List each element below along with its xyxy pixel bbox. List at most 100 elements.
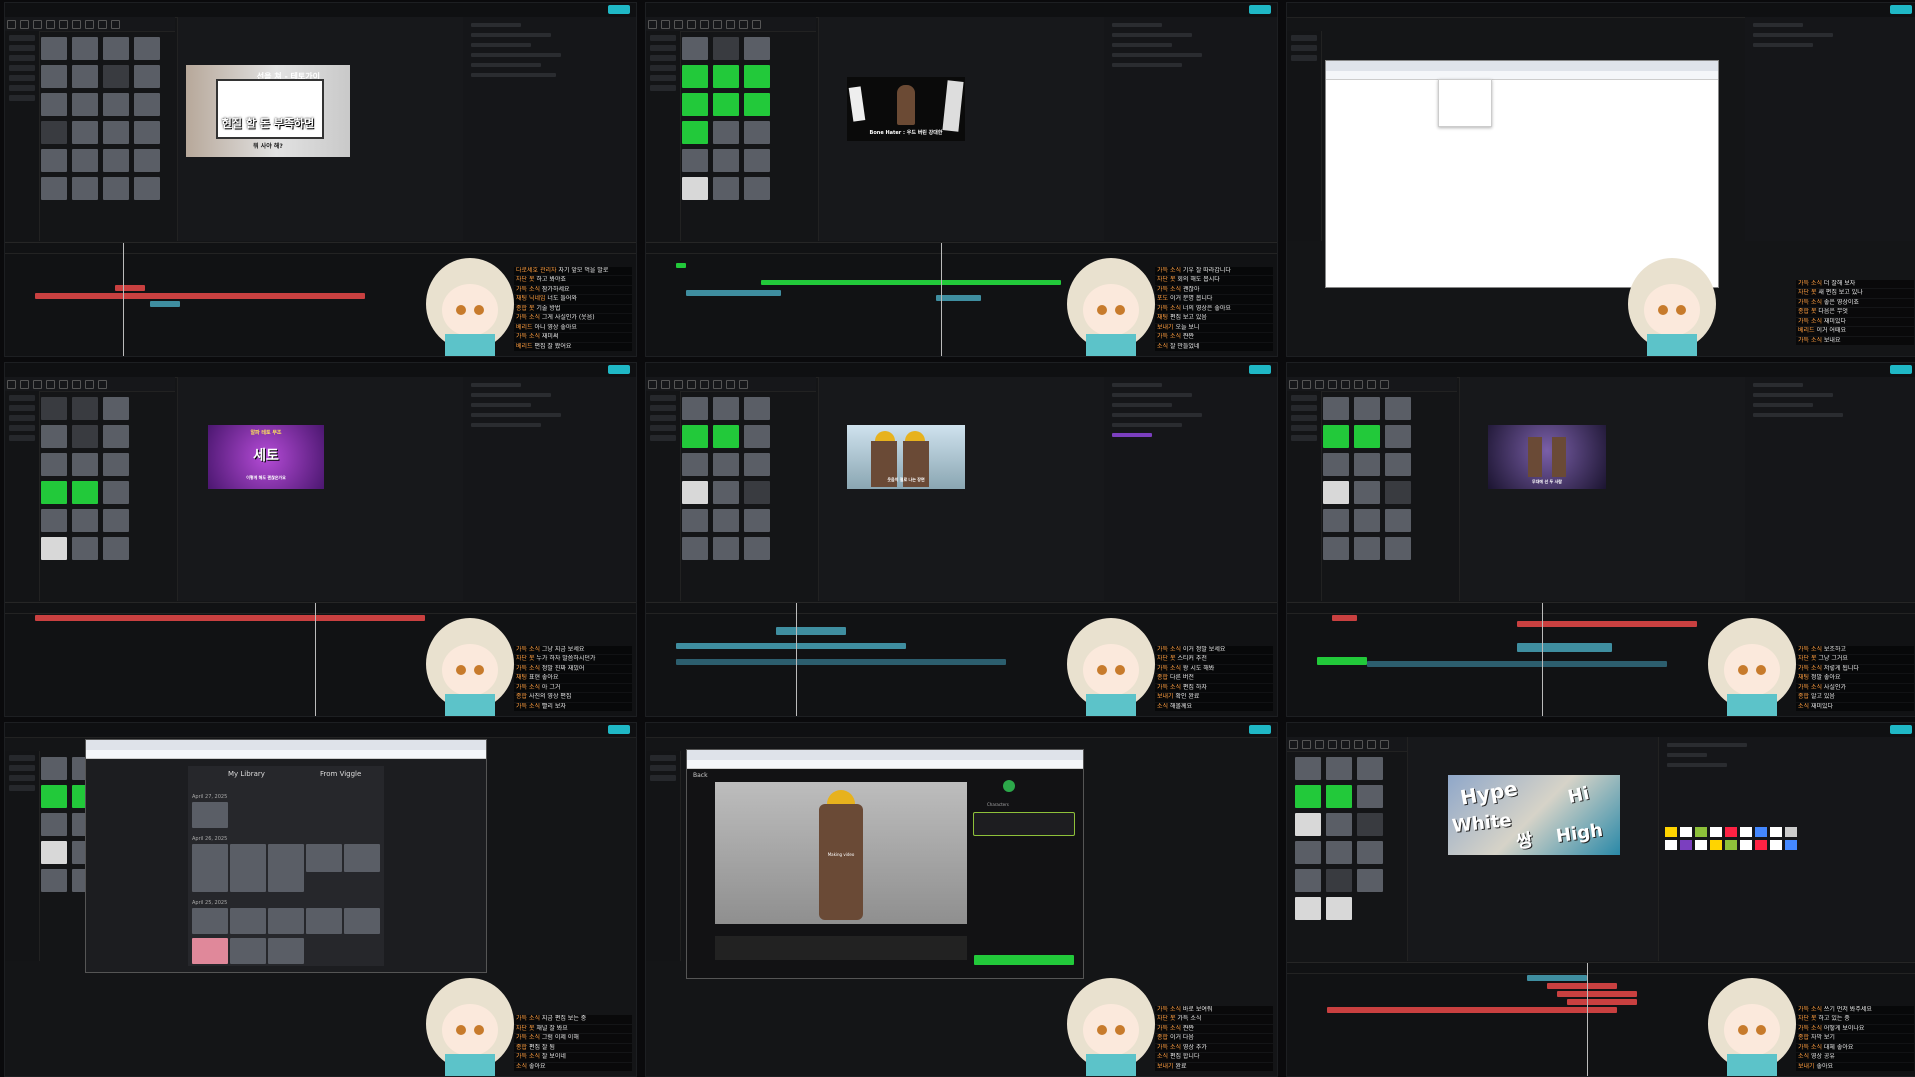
tab-from-viggle[interactable]: From Viggle: [320, 770, 361, 778]
media-sidebar[interactable]: [5, 391, 40, 601]
editor-frame-7: My Library From Viggle April 27, 2025 Ap…: [4, 722, 637, 1077]
chat-username: 베리드: [1798, 327, 1815, 334]
media-library[interactable]: [41, 37, 176, 237]
media-sidebar[interactable]: [5, 751, 40, 961]
video-preview[interactable]: 무대에 선 두 사람: [1488, 425, 1606, 489]
media-toolbar[interactable]: [646, 17, 816, 32]
chat-message: 가득 소식 보내요: [1796, 336, 1914, 345]
chat-text: 쨘쨘: [1181, 333, 1194, 340]
properties-panel[interactable]: [463, 377, 636, 601]
chat-text: 스티커 추천: [1175, 655, 1207, 662]
properties-panel[interactable]: [1745, 377, 1915, 601]
chat-message: 채팅 정말 좋아요: [1796, 674, 1914, 683]
title-bar: [1287, 723, 1915, 738]
media-sidebar[interactable]: [646, 391, 681, 601]
export-button[interactable]: [1890, 725, 1912, 734]
export-button[interactable]: [1249, 725, 1271, 734]
chat-username: 가득 소식: [516, 683, 540, 691]
text-style-panel[interactable]: [1659, 737, 1915, 961]
export-button[interactable]: [608, 725, 630, 734]
chat-message: 차단 봇 하고 봐야죠: [514, 276, 632, 285]
chat-message: 가득 소식 쨘쨘: [1155, 333, 1273, 342]
video-preview[interactable]: Hype Hi White High 쌍: [1448, 775, 1620, 855]
media-sidebar[interactable]: [1287, 391, 1322, 601]
chat-message: 소식 편집 합니다: [1155, 1053, 1273, 1062]
media-sidebar[interactable]: [646, 31, 681, 241]
browser-tabs[interactable]: [687, 750, 1083, 760]
character-card[interactable]: [973, 812, 1075, 836]
chat-overlay: 가득 소식 이거 정말 보세요 차단 봇 스티커 추천 가득 소식 왕 시도 해봐 종…: [1155, 645, 1273, 713]
chat-message: 가득 소식 지금 편집 보는 중: [514, 1015, 632, 1024]
media-library[interactable]: [1323, 397, 1458, 597]
vtuber-avatar: [1067, 978, 1155, 1076]
properties-panel[interactable]: [1104, 17, 1277, 241]
export-button[interactable]: [1249, 365, 1271, 374]
chat-message: 가득 소식 이거 정말 보세요: [1155, 645, 1273, 654]
chat-overlay: 가득 소식 쓰기 먼저 봐주세요 차단 봇 하고 있는 중 가득 소식 어떻게 보이…: [1796, 1005, 1914, 1073]
editor-frame-1: 선을 쳐 - 테토가이 현질 할 돈 부족하면 뭐 사야 해? 다로세호 관리자…: [4, 2, 637, 357]
editor-frame-2: Bone Hater : 우드 버린 강대한 가득 소식 기우 잘 따라갑니다 차…: [645, 2, 1278, 357]
browser-address-bar[interactable]: [1326, 71, 1718, 80]
media-sidebar[interactable]: [5, 31, 40, 241]
media-toolbar[interactable]: [5, 377, 175, 392]
browser-window[interactable]: My Library From Viggle April 27, 2025 Ap…: [85, 739, 487, 973]
chat-message: 소식 잘 만들었네: [1155, 342, 1273, 351]
chat-message: 차단 봇 회의 해도 봅시다: [1155, 276, 1273, 285]
chat-username: 가득 소식: [516, 285, 540, 293]
video-preview-panel: Bone Hater : 우드 버린 강대한: [818, 17, 1105, 241]
title-word-hype: Hype: [1458, 776, 1520, 810]
export-button[interactable]: [608, 5, 630, 14]
chat-username: 베리드: [516, 342, 533, 350]
tab-my-library[interactable]: My Library: [228, 770, 265, 778]
media-library[interactable]: [41, 397, 176, 597]
chat-text: 이거 정말 보세요: [1181, 645, 1226, 653]
video-preview[interactable]: 웃음이 절로 나는 장면: [847, 425, 965, 489]
properties-panel[interactable]: [1745, 17, 1915, 241]
chat-username: 가득 소식: [1798, 645, 1822, 653]
browser-address-bar[interactable]: [687, 760, 1083, 769]
chat-message: 가득 소식 빨리 보자: [514, 702, 632, 711]
date-label: April 26, 2025: [192, 836, 228, 842]
browser-address-bar[interactable]: [86, 750, 486, 759]
chat-username: 종합: [1157, 1034, 1169, 1041]
media-sidebar[interactable]: [646, 751, 681, 961]
editor-frame-6: 무대에 선 두 사람 가득 소식 보조하고 차단 봇 그냥 그거요 가득 소식 저렇…: [1286, 362, 1915, 717]
chat-text: 잘 보이네: [540, 1053, 566, 1060]
chat-text: 편집 잘 봤어요: [532, 342, 572, 350]
media-library[interactable]: [682, 37, 817, 237]
video-preview[interactable]: 선을 쳐 - 테토가이 현질 할 돈 부족하면 뭐 사야 해?: [186, 65, 350, 157]
timeline-strip[interactable]: [715, 936, 967, 960]
vtuber-avatar: [1628, 258, 1716, 356]
browser-tabs[interactable]: [1326, 61, 1718, 71]
title-bar: [5, 723, 636, 738]
browser-tabs[interactable]: [86, 740, 486, 750]
media-sidebar[interactable]: [1287, 31, 1322, 241]
chat-username: 가득 소식: [1157, 645, 1181, 653]
browser-window[interactable]: Back Making video Characters: [686, 749, 1084, 979]
properties-panel[interactable]: [1104, 377, 1277, 601]
chat-message: 다로세호 관리자 자기 앞모 먹을 발로: [514, 266, 632, 275]
export-button[interactable]: [608, 365, 630, 374]
chat-text: 대체 좋아요: [1822, 1043, 1854, 1051]
export-button[interactable]: [1890, 365, 1912, 374]
browser-dropdown[interactable]: [1438, 79, 1492, 127]
editor-frame-4: 알파 테토 무조 세토 이렇게 해도 괜찮은가요 가득 소식 그냥 지금 보세요…: [4, 362, 637, 717]
chat-message: 보내기 오늘 보니: [1155, 323, 1273, 332]
media-toolbar[interactable]: [5, 17, 175, 32]
chat-message: 차단 봇 누가 하자 말씀하시던가: [514, 655, 632, 664]
media-toolbar[interactable]: [1287, 377, 1457, 392]
back-button[interactable]: Back: [693, 772, 708, 779]
chat-text: 가득 소식: [1175, 1015, 1202, 1022]
properties-panel[interactable]: [463, 17, 636, 241]
chat-username: 가득 소식: [1157, 683, 1181, 691]
generated-video[interactable]: Making video: [715, 782, 967, 924]
video-preview[interactable]: Bone Hater : 우드 버린 강대한: [847, 77, 965, 141]
chat-username: 종합: [1798, 1034, 1810, 1041]
chat-text: 너의 영상은 좋아요: [1181, 304, 1231, 312]
media-toolbar[interactable]: [646, 377, 816, 392]
export-button[interactable]: [1890, 5, 1912, 14]
video-preview[interactable]: 알파 테토 무조 세토 이렇게 해도 괜찮은가요: [208, 425, 324, 489]
media-library[interactable]: [682, 397, 817, 597]
export-button[interactable]: [1249, 5, 1271, 14]
chat-message: 소식 해볼께요: [1155, 702, 1273, 711]
